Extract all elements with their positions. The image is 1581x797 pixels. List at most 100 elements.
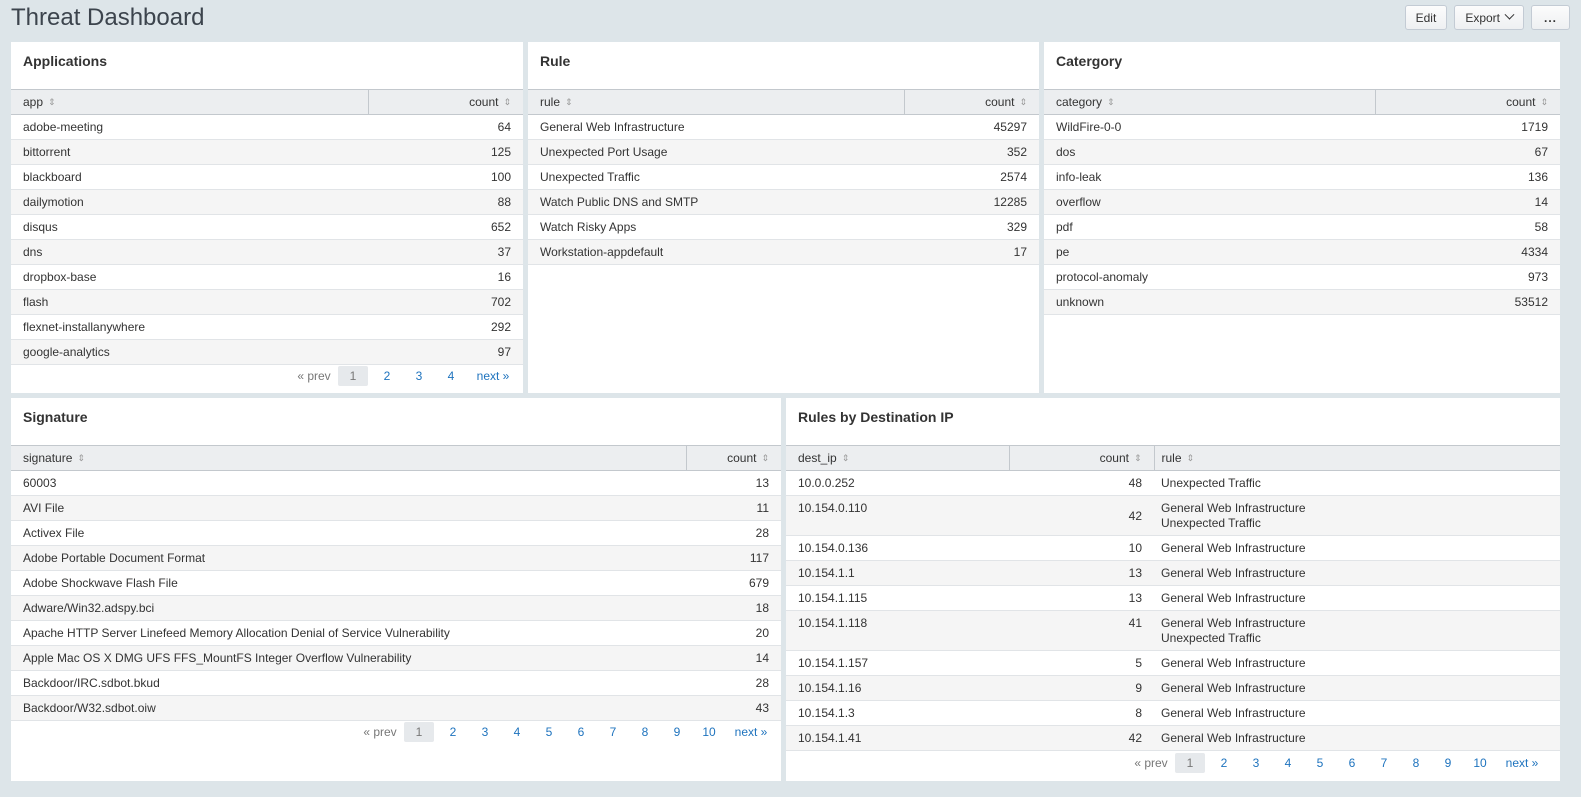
table-row: 10.154.1.115 13 General Web Infrastructure	[786, 585, 1560, 611]
column-header-rule[interactable]: rule ⇕	[1153, 445, 1560, 471]
table-cell: Unexpected Traffic	[528, 164, 904, 190]
table-row: 10.154.1.16 9 General Web Infrastructure	[786, 675, 1560, 701]
column-header-category[interactable]: category ⇕	[1044, 89, 1375, 115]
page-link[interactable]: 9	[1432, 756, 1464, 770]
table-cell: protocol-anomaly	[1044, 264, 1375, 290]
pagination: « prev 1 2 3 4 5 6 7 8 9 10 next »	[1130, 753, 1544, 773]
table-cell: 100	[368, 164, 523, 190]
table-cell: bittorrent	[11, 139, 368, 165]
column-header-count[interactable]: count ⇕	[1374, 89, 1560, 115]
page-link[interactable]: 8	[1400, 756, 1432, 770]
current-page: 1	[1175, 753, 1205, 773]
page-link[interactable]: 5	[1304, 756, 1336, 770]
table-cell: 13	[1009, 585, 1154, 611]
page-link[interactable]: 9	[661, 725, 693, 739]
page-link[interactable]: 4	[1272, 756, 1304, 770]
table-row: unknown 53512	[1044, 289, 1560, 315]
table-cell: 17	[904, 239, 1039, 265]
table-row: Unexpected Traffic 2574	[528, 164, 1039, 190]
rule-table: rule ⇕ count ⇕ General Web Infrastructure 4…	[528, 89, 1039, 265]
column-header-label: count	[1099, 451, 1129, 465]
column-header-label: count	[1506, 95, 1536, 109]
table-cell: 10.154.0.110	[786, 495, 1009, 536]
column-header-rule[interactable]: rule ⇕	[528, 89, 904, 115]
panel-title: Catergory	[1056, 53, 1123, 69]
table-row: WildFire-0-0 1719	[1044, 114, 1560, 140]
table-cell: General Web Infrastructure	[1154, 725, 1560, 751]
table-cell: 48	[1009, 470, 1154, 496]
table-cell: info-leak	[1044, 164, 1375, 190]
table-row: 10.154.1.3 8 General Web Infrastructure	[786, 700, 1560, 726]
table-cell: AVI File	[11, 495, 686, 521]
column-header-count[interactable]: count ⇕	[367, 89, 523, 115]
applications-panel: Applications app ⇕ count ⇕ adobe-meeting 64…	[11, 42, 523, 393]
table-row: Adobe Shockwave Flash File 679	[11, 570, 781, 596]
table-row: 10.154.1.1 13 General Web Infrastructure	[786, 560, 1560, 586]
table-cell: General Web Infrastructure	[1154, 700, 1560, 726]
page-link[interactable]: 6	[565, 725, 597, 739]
next-page-link[interactable]: next »	[471, 369, 515, 383]
table-cell: Activex File	[11, 520, 686, 546]
sort-icon: ⇕	[1019, 97, 1027, 107]
table-cell: pdf	[1044, 214, 1375, 240]
page-link[interactable]: 4	[435, 369, 467, 383]
page-link[interactable]: 2	[371, 369, 403, 383]
page-title: Threat Dashboard	[11, 4, 205, 31]
table-cell: 10.154.1.16	[786, 675, 1009, 701]
table-cell: 64	[368, 114, 523, 140]
column-header-dest-ip[interactable]: dest_ip ⇕	[786, 445, 1009, 471]
table-row: Workstation-appdefault 17	[528, 239, 1039, 265]
edit-button[interactable]: Edit	[1404, 5, 1448, 30]
table-row: pdf 58	[1044, 214, 1560, 240]
table-cell: 10.154.1.3	[786, 700, 1009, 726]
more-actions-button[interactable]: ...	[1531, 5, 1570, 30]
sort-icon: ⇕	[761, 453, 769, 463]
export-button[interactable]: Export	[1454, 5, 1524, 30]
column-header-app[interactable]: app ⇕	[11, 89, 368, 115]
page-link[interactable]: 3	[403, 369, 435, 383]
table-row: Apple Mac OS X DMG UFS FFS_MountFS Integ…	[11, 645, 781, 671]
page-link[interactable]: 4	[501, 725, 533, 739]
prev-page-link: « prev	[363, 725, 397, 739]
table-row: General Web Infrastructure 45297	[528, 114, 1039, 140]
column-header-count[interactable]: count ⇕	[685, 445, 781, 471]
table-cell: WildFire-0-0	[1044, 114, 1375, 140]
table-row: info-leak 136	[1044, 164, 1560, 190]
next-page-link[interactable]: next »	[729, 725, 773, 739]
page-link[interactable]: 7	[597, 725, 629, 739]
table-cell: 97	[368, 339, 523, 365]
table-cell: General Web Infrastructure Unexpected Tra…	[1154, 610, 1560, 651]
table-cell: disqus	[11, 214, 368, 240]
table-cell: flash	[11, 289, 368, 315]
page-link[interactable]: 10	[693, 725, 725, 739]
table-cell: 88	[368, 189, 523, 215]
page-link[interactable]: 2	[437, 725, 469, 739]
dashboard-actions: Edit Export ...	[1404, 5, 1570, 30]
current-page: 1	[338, 366, 368, 386]
chevron-down-icon	[1504, 9, 1515, 20]
page-link[interactable]: 5	[533, 725, 565, 739]
table-cell: 20	[686, 620, 781, 646]
page-link[interactable]: 3	[469, 725, 501, 739]
table-cell: 10.154.1.115	[786, 585, 1009, 611]
table-cell: General Web Infrastructure	[1154, 585, 1560, 611]
table-row: AVI File 11	[11, 495, 781, 521]
column-header-signature[interactable]: signature ⇕	[11, 445, 686, 471]
page-link[interactable]: 2	[1208, 756, 1240, 770]
table-cell: 12285	[904, 189, 1039, 215]
page-link[interactable]: 7	[1368, 756, 1400, 770]
table-cell: 1719	[1375, 114, 1560, 140]
table-cell: Apple Mac OS X DMG UFS FFS_MountFS Integ…	[11, 645, 686, 671]
column-header-count[interactable]: count ⇕	[903, 89, 1039, 115]
page-link[interactable]: 8	[629, 725, 661, 739]
table-row: protocol-anomaly 973	[1044, 264, 1560, 290]
column-header-count[interactable]: count ⇕	[1008, 445, 1154, 471]
page-link[interactable]: 6	[1336, 756, 1368, 770]
prev-page-link: « prev	[1134, 756, 1168, 770]
column-header-label: count	[985, 95, 1015, 109]
table-cell: 16	[368, 264, 523, 290]
column-header-label: count	[469, 95, 499, 109]
page-link[interactable]: 10	[1464, 756, 1496, 770]
next-page-link[interactable]: next »	[1500, 756, 1544, 770]
page-link[interactable]: 3	[1240, 756, 1272, 770]
